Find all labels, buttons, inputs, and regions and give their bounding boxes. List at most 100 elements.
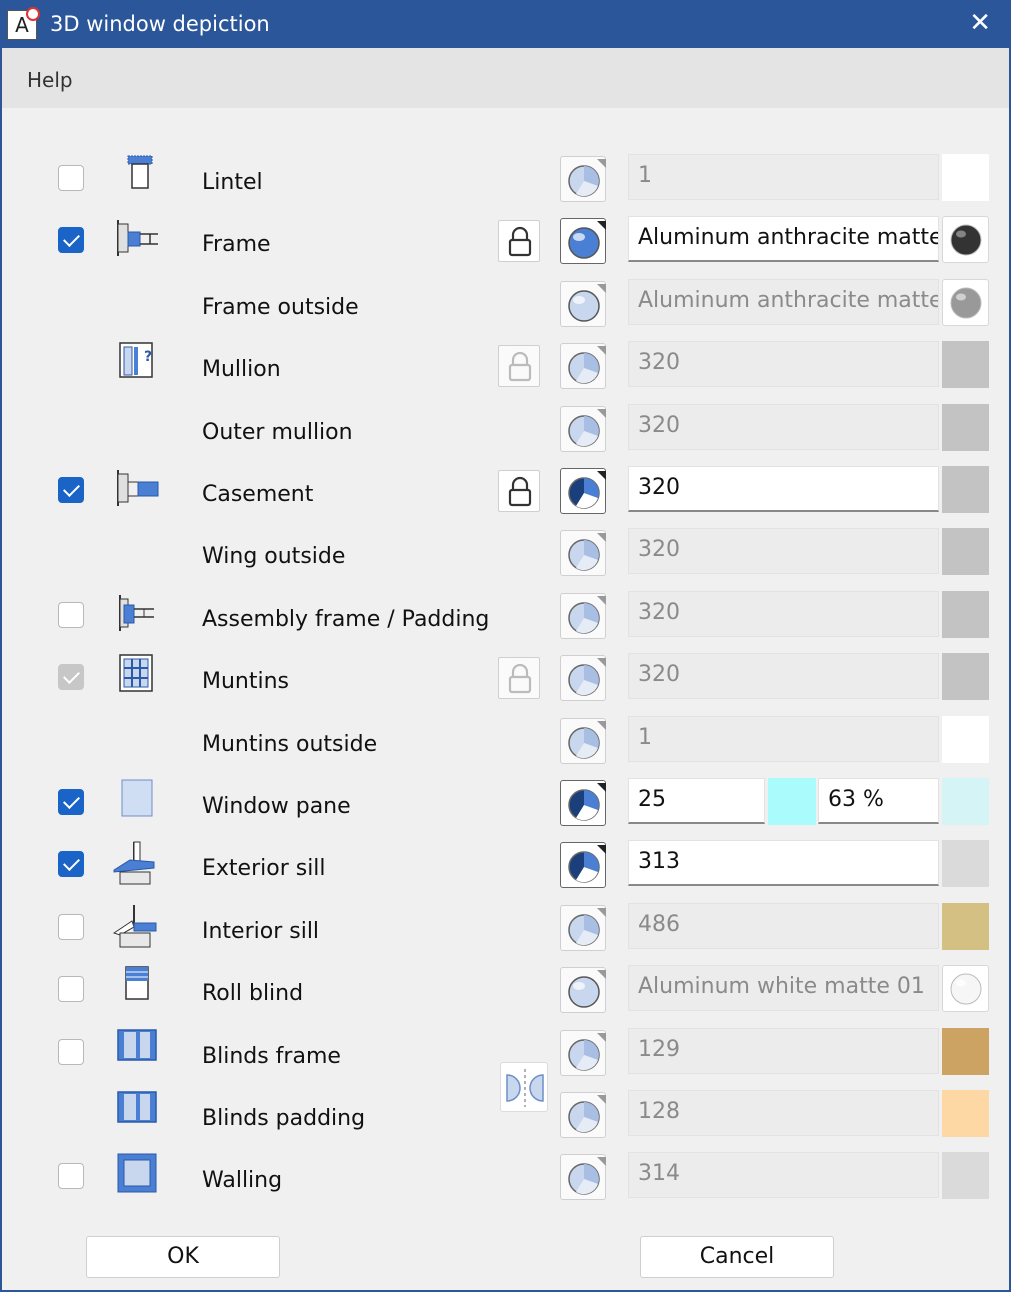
color-swatch-mullion[interactable] [942,341,989,389]
value-field-exterior-sill[interactable]: 313 [628,840,939,887]
material-button-blinds-frame[interactable] [560,1029,606,1076]
close-button[interactable]: ✕ [969,6,991,40]
cancel-button[interactable]: Cancel [640,1236,834,1278]
material-sphere-icon [568,1032,606,1071]
material-button-lintel[interactable] [560,156,606,202]
material-sphere-icon [568,1095,606,1133]
color-swatch-assembly-frame-padding[interactable] [942,590,989,638]
label-casement: Casement [202,482,314,507]
color-swatch-window-pane[interactable] [942,778,989,825]
material-button-frame[interactable] [560,218,606,265]
color-swatch-casement[interactable] [942,466,989,513]
material-ball-icon [950,973,982,1005]
material-button-blinds-padding[interactable] [560,1092,606,1138]
lock-icon [508,664,532,694]
material-button-casement[interactable] [560,468,606,514]
label-lintel: Lintel [202,170,263,195]
color-swatch-walling[interactable] [942,1152,989,1200]
menu-bar: Help [2,48,1009,108]
value-field-blinds-frame: 129 [628,1027,939,1074]
color-swatch-mid-window-pane[interactable] [768,778,816,825]
checkbox-assembly-frame-padding[interactable] [58,601,84,628]
row-outer-mullion: Outer mullion 320 [2,403,1009,460]
value-field-frame[interactable]: Aluminum anthracite matte [628,216,939,263]
label-blinds-padding: Blinds padding [202,1106,366,1131]
lock-button-muntins [498,657,540,700]
label-roll-blind: Roll blind [202,981,304,1007]
color-swatch-roll-blind[interactable] [942,965,989,1013]
checkbox-lintel[interactable] [58,165,84,191]
checkbox-window-pane[interactable] [58,789,84,815]
material-button-muntins-outside[interactable] [560,717,606,764]
color-swatch-blinds-padding[interactable] [942,1090,989,1137]
material-button-exterior-sill[interactable] [560,842,606,889]
lock-button-frame[interactable] [498,220,540,263]
value-field-interior-sill: 486 [628,902,939,949]
checkbox-walling[interactable] [58,1163,84,1190]
checkbox-casement[interactable] [58,477,84,503]
row-frame-outside: Frame outside Aluminum anthracite matte [2,278,1009,335]
checkbox-blinds-frame[interactable] [58,1038,84,1065]
window-pane-icon [121,779,153,817]
material-sphere-icon [568,1157,606,1196]
row-mullion: ? Mullion 320 [2,341,1009,397]
lock-icon [508,227,532,257]
checkbox-roll-blind[interactable] [58,976,84,1003]
value-field-window-pane[interactable]: 25 [628,778,765,824]
color-swatch-exterior-sill[interactable] [942,840,989,888]
row-casement: Casement 320 [2,466,1009,522]
material-sphere-icon [568,159,606,197]
value-field-blinds-padding: 128 [628,1090,939,1136]
row-exterior-sill: Exterior sill 313 [2,840,1009,896]
material-button-assembly-frame-padding[interactable] [560,592,606,639]
material-button-mullion[interactable] [560,343,606,390]
color-swatch-lintel[interactable] [942,154,989,201]
row-wing-outside: Wing outside 320 [2,528,1009,584]
material-button-walling[interactable] [560,1154,606,1201]
color-swatch-outer-mullion[interactable] [942,403,989,451]
label-interior-sill: Interior sill [202,918,320,944]
color-swatch-muntins-outside[interactable] [942,715,989,763]
color-swatch-interior-sill[interactable] [942,902,989,950]
material-button-muntins[interactable] [560,655,606,702]
material-sphere-icon [568,221,606,260]
material-button-window-pane[interactable] [560,780,606,826]
material-button-frame-outside[interactable] [560,280,606,327]
material-sphere-icon [568,845,606,884]
row-frame: Frame Aluminum anthracite matte [2,216,1009,272]
material-sphere-icon [568,970,606,1008]
color-swatch-frame-outside[interactable] [942,278,989,326]
value-field-walling: 314 [628,1152,939,1199]
material-button-interior-sill[interactable] [560,904,606,951]
material-button-outer-mullion[interactable] [560,405,606,452]
label-assembly-frame-padding: Assembly frame / Padding [202,606,490,632]
row-blinds-frame: Blinds frame 129 [2,1027,1009,1084]
value-field-muntins: 320 [628,653,939,700]
color-swatch-wing-outside[interactable] [942,528,989,576]
value-field-casement[interactable]: 320 [628,466,939,512]
label-muntins-outside: Muntins outside [202,731,378,757]
lock-button-casement[interactable] [498,470,540,512]
transparency-field-window-pane[interactable]: 63 % [818,778,939,824]
interior-sill-icon [112,904,157,948]
color-swatch-frame[interactable] [942,216,989,264]
row-lintel: Lintel 1 [2,154,1009,210]
color-swatch-muntins[interactable] [942,653,989,701]
row-blinds-padding: Blinds padding 128 [2,1090,1009,1146]
checkbox-exterior-sill[interactable] [58,851,84,878]
menu-help[interactable]: Help [27,68,73,92]
material-sphere-icon [568,346,606,384]
material-button-roll-blind[interactable] [560,967,606,1014]
label-frame: Frame [202,232,271,258]
material-sphere-icon [568,471,606,509]
checkbox-frame[interactable] [58,227,84,254]
frame-icon [117,220,158,257]
ok-button[interactable]: OK [86,1236,280,1278]
material-button-wing-outside[interactable] [560,530,606,577]
svg-text:?: ? [144,349,152,365]
title-bar[interactable]: A 3D window depiction ✕ [2,2,1009,48]
content-panel: OK Cancel Lintel 1 Frame Aluminum anthracit… [2,108,1009,1290]
lock-icon [508,352,532,382]
color-swatch-blinds-frame[interactable] [942,1027,989,1075]
checkbox-interior-sill[interactable] [58,913,84,940]
